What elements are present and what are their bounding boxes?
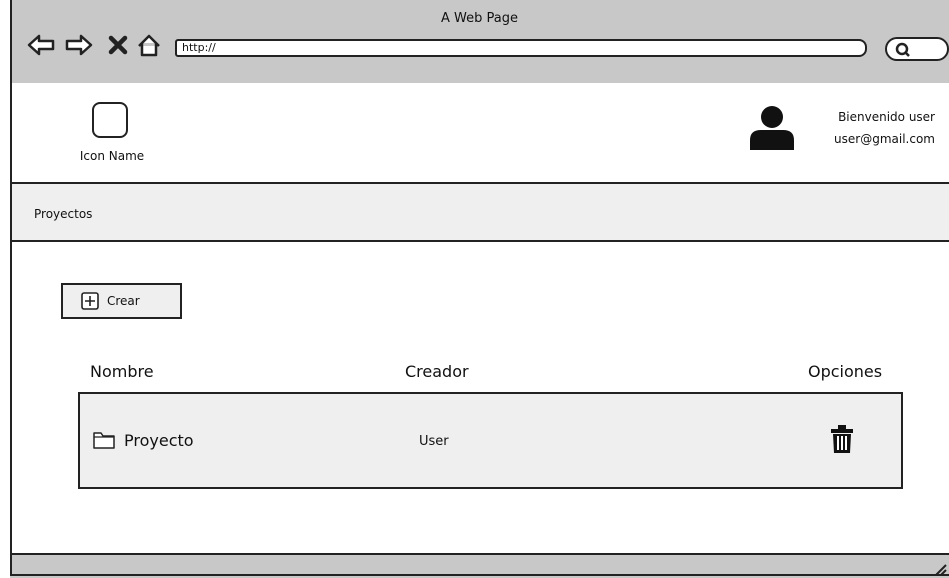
window-frame bbox=[10, 0, 949, 576]
